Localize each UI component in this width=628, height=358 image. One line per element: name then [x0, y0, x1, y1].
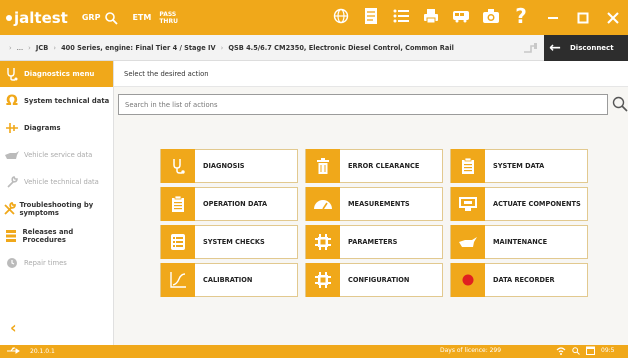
record-icon	[451, 263, 485, 297]
help-icon[interactable]: ?	[512, 4, 530, 28]
wifi-icon	[556, 346, 566, 355]
clipboard-icon	[161, 187, 195, 221]
main-panel: Select the desired action DIAGNOSIS ERRO…	[114, 61, 628, 345]
globe-icon[interactable]	[332, 6, 350, 26]
breadcrumb-item-root[interactable]: ...	[17, 44, 23, 52]
action-operation-data[interactable]: OPERATION DATA	[160, 187, 298, 221]
licence-days-label: Days of licence: 299	[440, 347, 502, 354]
action-maintenance[interactable]: MAINTENANCE	[450, 225, 588, 259]
action-calibration[interactable]: CALIBRATION	[160, 263, 298, 297]
chip-icon	[306, 225, 340, 259]
clipboard-icon	[451, 149, 485, 183]
clock-icon	[0, 257, 24, 269]
search-small-icon	[572, 346, 580, 355]
trash-icon	[306, 149, 340, 183]
clock-label: 09:5	[601, 347, 615, 354]
connection-plug-icon	[524, 43, 537, 53]
status-bar: 20.1.0.1 Days of licence: 299 09:5	[0, 345, 628, 358]
disconnect-button[interactable]: ← Disconnect	[544, 35, 628, 61]
monitor-icon	[451, 187, 485, 221]
stack-icon	[0, 229, 23, 243]
action-diagnosis[interactable]: DIAGNOSIS	[160, 149, 298, 183]
pass-thru-button[interactable]: PASS THRU	[159, 11, 178, 25]
sidebar-item-vehicle-technical-data: Vehicle technical data	[0, 168, 113, 195]
calendar-icon	[586, 346, 595, 355]
sidebar-item-vehicle-service-data: Vehicle service data	[0, 141, 113, 168]
search-vehicle-icon[interactable]	[104, 11, 119, 25]
sidebar: Diagnostics menu Ω System technical data…	[0, 61, 114, 345]
diagram-icon	[0, 121, 24, 135]
sidebar-item-diagrams[interactable]: Diagrams	[0, 114, 113, 141]
chevron-right-icon: ›	[28, 43, 31, 52]
chip-icon	[306, 263, 340, 297]
chevron-right-icon: ›	[220, 43, 224, 52]
sidebar-item-troubleshooting[interactable]: Troubleshooting by symptoms	[0, 195, 113, 222]
list-icon[interactable]	[392, 6, 410, 26]
printer-icon[interactable]	[422, 6, 440, 26]
oil-can-icon	[0, 150, 24, 160]
action-actuate-components[interactable]: ACTUATE COMPONENTS	[450, 187, 588, 221]
bus-icon[interactable]	[452, 6, 470, 26]
stethoscope-icon	[161, 149, 195, 183]
top-toolbar: jaltest GRP ETM PASS THRU ?	[0, 0, 628, 35]
breadcrumb-item-brand[interactable]: JCB	[36, 44, 48, 52]
breadcrumb-item-model[interactable]: 400 Series, engine: Final Tier 4 / Stage…	[61, 44, 215, 52]
breadcrumb-bar: › ... › JCB › 400 Series, engine: Final …	[0, 35, 628, 61]
search-input[interactable]	[118, 94, 608, 115]
jaltest-logo: jaltest	[6, 9, 68, 27]
gauge-icon	[306, 187, 340, 221]
action-measurements[interactable]: MEASUREMENTS	[305, 187, 443, 221]
sidebar-header[interactable]: Diagnostics menu	[0, 61, 113, 87]
search-icon[interactable]	[612, 96, 628, 112]
action-error-clearance[interactable]: ERROR CLEARANCE	[305, 149, 443, 183]
action-configuration[interactable]: CONFIGURATION	[305, 263, 443, 297]
document-icon[interactable]	[362, 6, 380, 26]
sidebar-item-repair-times: Repair times	[0, 249, 113, 276]
action-system-checks[interactable]: SYSTEM CHECKS	[160, 225, 298, 259]
camera-icon[interactable]	[482, 6, 500, 26]
action-system-data[interactable]: SYSTEM DATA	[450, 149, 588, 183]
oil-can-icon	[451, 225, 485, 259]
version-label: 20.1.0.1	[30, 348, 55, 355]
breadcrumb: › ... › JCB › 400 Series, engine: Final …	[6, 44, 454, 52]
omega-icon: Ω	[6, 92, 18, 109]
checklist-icon	[161, 225, 195, 259]
actions-grid: DIAGNOSIS ERROR CLEARANCE SYSTEM DATA OP…	[160, 149, 588, 297]
app-window: jaltest GRP ETM PASS THRU ? › ... › JCB …	[0, 0, 628, 358]
instruction-text: Select the desired action	[114, 61, 628, 87]
wrench-icon	[0, 175, 24, 188]
maximize-button[interactable]	[568, 0, 598, 35]
close-button[interactable]	[598, 0, 628, 35]
mode-grp-button[interactable]: GRP	[82, 13, 101, 22]
etm-button[interactable]: ETM	[132, 13, 151, 22]
chevron-right-icon: ›	[9, 43, 12, 52]
usb-icon	[7, 347, 20, 354]
action-parameters[interactable]: PARAMETERS	[305, 225, 443, 259]
tools-icon	[0, 201, 19, 216]
arrow-left-icon: ←	[549, 40, 561, 56]
sidebar-item-system-technical-data[interactable]: Ω System technical data	[0, 87, 113, 114]
breadcrumb-item-system[interactable]: QSB 4.5/6.7 CM2350, Electronic Diesel Co…	[228, 44, 453, 52]
back-chevron-button[interactable]: ‹	[10, 318, 17, 337]
chevron-right-icon: ›	[53, 43, 56, 52]
minimize-button[interactable]	[538, 0, 568, 35]
chart-icon	[161, 263, 195, 297]
action-data-recorder[interactable]: DATA RECORDER	[450, 263, 588, 297]
stethoscope-icon	[0, 67, 24, 81]
sidebar-item-releases-procedures[interactable]: Releases and Procedures	[0, 222, 113, 249]
